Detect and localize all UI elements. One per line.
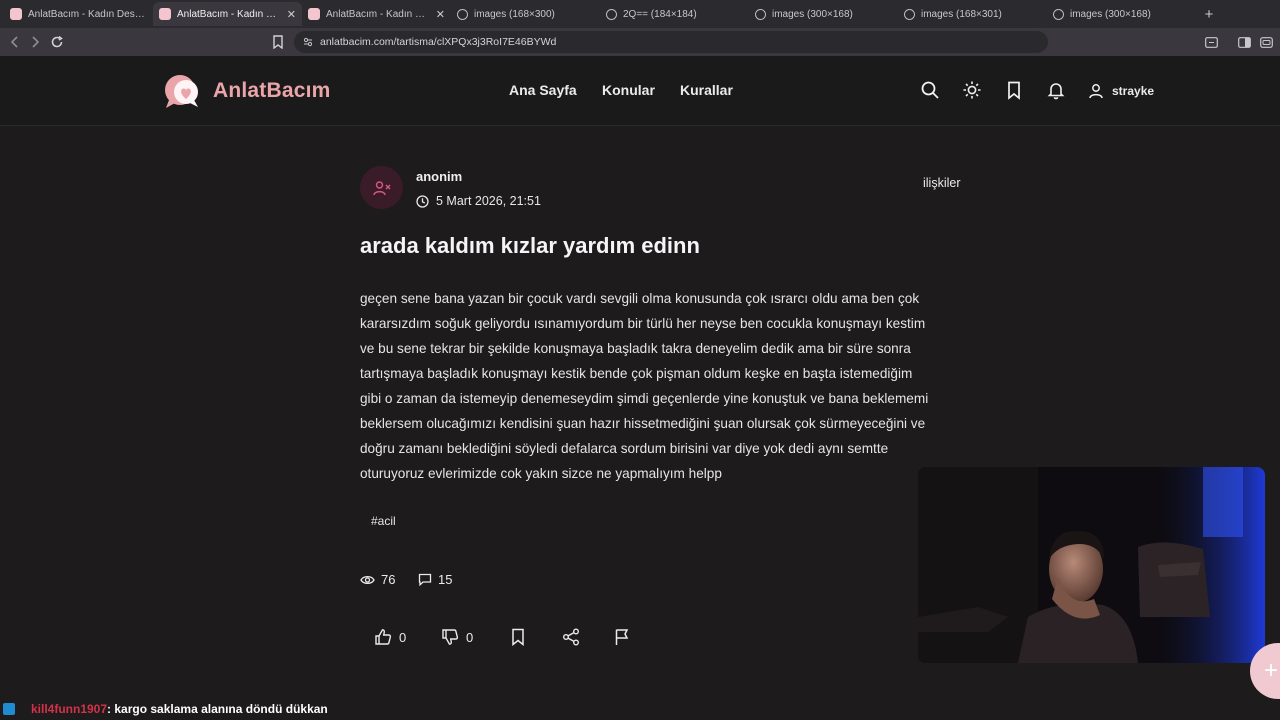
browser-tab[interactable]: images (300×168): [749, 2, 898, 26]
tab-close-icon[interactable]: ✕: [287, 8, 296, 21]
user-icon: [1089, 84, 1103, 99]
post-body-line: gibi o zaman da istemeyip denemeseydim ş…: [360, 391, 929, 406]
nav-link-home[interactable]: Ana Sayfa: [509, 82, 577, 98]
post-body-line: doğru zamanı beklediğini söyledi defalar…: [360, 441, 889, 456]
post-date: 5 Mart 2026, 21:51: [416, 194, 541, 208]
tab-title: images (300×168): [772, 8, 853, 20]
split-view-icon[interactable]: [1235, 33, 1253, 51]
avatar: [360, 166, 403, 209]
globe-icon: [755, 8, 766, 20]
browser-tab-bar: AnlatBacım - Kadın Destek Platformu Anla…: [0, 0, 1280, 28]
tab-title: AnlatBacım - Kadın Destek: [177, 8, 283, 20]
site-favicon-icon: [10, 8, 22, 20]
save-post-button[interactable]: [510, 628, 533, 646]
post-body: geçen sene bana yazan bir çocuk vardı se…: [360, 286, 985, 486]
back-icon[interactable]: [6, 33, 24, 51]
chat-text: : kargo saklama alanına döndü dükkan: [107, 701, 328, 716]
post-body-line: ve bu sene tekrar bir şekilde konuşmaya …: [360, 341, 911, 356]
view-count: 76: [360, 572, 395, 587]
view-count-value: 76: [381, 572, 396, 587]
globe-icon: [457, 8, 468, 20]
dislike-button[interactable]: 0: [441, 628, 473, 646]
bell-icon[interactable]: [1046, 80, 1066, 100]
tab-title: images (168×300): [474, 8, 555, 20]
dislike-count: 0: [466, 629, 474, 645]
nav-link-rules[interactable]: Kurallar: [680, 82, 733, 98]
tab-title: AnlatBacım - Kadın Destek: [326, 8, 432, 20]
stream-chat-message: kill4funn1907 : kargo saklama alanına dö…: [0, 697, 1280, 720]
globe-icon: [1053, 8, 1064, 20]
browser-tab[interactable]: 2Q== (184×184): [600, 2, 749, 26]
post-tag[interactable]: #acil: [360, 509, 407, 533]
bookmark-icon: [512, 628, 524, 646]
report-button[interactable]: [614, 628, 637, 646]
browser-tab-active[interactable]: AnlatBacım - Kadın Destek ✕: [153, 2, 302, 26]
post-body-line: kararsızdım soğuk geliyordu ısınamıyordu…: [360, 316, 926, 331]
post-body-line: beklersem olucağımızı kendisini şuan haz…: [360, 416, 926, 431]
webcam-feed-image: [918, 467, 1265, 663]
site-favicon-icon: [308, 8, 320, 20]
browser-tab[interactable]: images (168×301): [898, 2, 1047, 26]
webcam-overlay: [918, 467, 1265, 663]
wallet-icon[interactable]: [1257, 33, 1275, 51]
forward-icon[interactable]: [26, 33, 44, 51]
tab-close-icon[interactable]: ✕: [436, 8, 445, 21]
share-icon: [563, 628, 579, 646]
tab-title: images (168×301): [921, 8, 1002, 20]
chat-badge-icon: [3, 702, 15, 715]
tab-title: AnlatBacım - Kadın Destek Platformu: [28, 8, 147, 20]
logo-text: AnlatBacım: [213, 79, 331, 102]
flag-icon: [615, 629, 629, 645]
sun-theme-icon[interactable]: [962, 80, 982, 100]
browser-tab[interactable]: images (300×168): [1047, 2, 1196, 26]
bookmark-page-icon[interactable]: [269, 33, 287, 51]
comment-icon: [418, 573, 432, 586]
browser-toolbar: anlatbacim.com/tartisma/clXPQx3j3RoI7E46…: [0, 28, 1280, 77]
thumbs-down-icon: [442, 629, 459, 645]
post-body-line: tartışmaya başladık konuşmayı kestik ben…: [360, 366, 913, 381]
post-body-line: geçen sene bana yazan bir çocuk vardı se…: [360, 291, 920, 306]
site-logo[interactable]: AnlatBacım: [163, 72, 331, 110]
site-header: AnlatBacım Ana Sayfa Konular Kurallar st…: [0, 56, 1280, 126]
speech-bubbles-logo-icon: [165, 75, 198, 108]
chat-username: kill4funn1907: [31, 701, 108, 716]
user-menu-button[interactable]: strayke: [1088, 78, 1154, 104]
post-title: arada kaldım kızlar yardım edinn: [360, 233, 700, 258]
browser-tab[interactable]: AnlatBacım - Kadın Destek Platformu: [4, 2, 153, 26]
share-button[interactable]: [562, 628, 587, 646]
post-author: anonim: [416, 169, 463, 184]
reload-icon[interactable]: [48, 33, 66, 51]
post-category-link[interactable]: ilişkiler: [923, 176, 961, 190]
globe-icon: [904, 8, 915, 20]
like-button[interactable]: 0: [374, 628, 406, 646]
comment-count-value: 15: [438, 572, 453, 587]
site-settings-icon[interactable]: [303, 37, 313, 47]
like-count: 0: [399, 629, 407, 645]
bookmark-icon[interactable]: [1004, 80, 1024, 100]
search-icon[interactable]: [920, 80, 940, 100]
post-date-text: 5 Mart 2026, 21:51: [436, 194, 541, 208]
thumbs-up-icon: [375, 629, 392, 645]
post-body-line: oturuyoruz evlerimizde cok yakın sizce n…: [360, 466, 722, 481]
clock-icon: [416, 194, 429, 208]
nav-link-topics[interactable]: Konular: [602, 82, 655, 98]
anonymous-user-icon: [372, 180, 390, 195]
comment-count: 15: [418, 572, 452, 587]
username: strayke: [1112, 84, 1155, 98]
browser-tab[interactable]: images (168×300): [451, 2, 600, 26]
new-tab-button[interactable]: +: [1197, 2, 1221, 26]
globe-icon: [606, 8, 617, 20]
url-text: anlatbacim.com/tartisma/clXPQx3j3RoI7E46…: [320, 36, 557, 48]
tab-title: images (300×168): [1070, 8, 1151, 20]
address-bar[interactable]: anlatbacim.com/tartisma/clXPQx3j3RoI7E46…: [294, 31, 1048, 53]
browser-tab[interactable]: AnlatBacım - Kadın Destek ✕: [302, 2, 451, 26]
site-favicon-icon: [159, 8, 171, 20]
tab-title: 2Q== (184×184): [623, 8, 697, 20]
sidebar-panel-icon[interactable]: [1202, 33, 1220, 51]
eye-icon: [360, 575, 375, 584]
